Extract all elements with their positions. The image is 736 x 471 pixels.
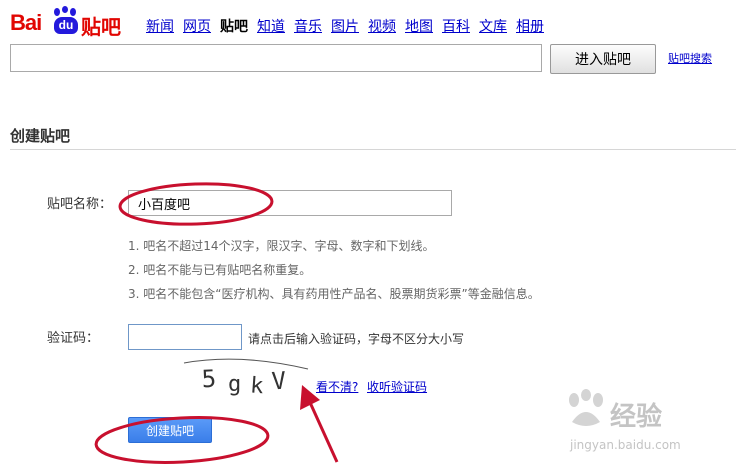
nav-item-images[interactable]: 图片 <box>331 16 359 36</box>
captcha-char-2: g <box>228 372 241 397</box>
name-rule-2: 2. 吧名不能与已有贴吧名称重复。 <box>128 263 312 277</box>
nav-item-album[interactable]: 相册 <box>516 16 544 36</box>
captcha-char-4: V <box>271 367 287 396</box>
create-tieba-button[interactable]: 创建贴吧 <box>128 417 212 443</box>
baidu-tieba-logo[interactable]: Bai du 贴吧 <box>10 6 130 39</box>
watermark-paw-icon <box>569 389 603 426</box>
nav-item-web[interactable]: 网页 <box>183 16 211 36</box>
captcha-input[interactable] <box>128 324 242 350</box>
logo-tieba-text: 贴吧 <box>81 15 121 39</box>
tieba-name-input[interactable] <box>128 190 452 216</box>
nav-item-news[interactable]: 新闻 <box>146 16 174 36</box>
nav-item-wenku[interactable]: 文库 <box>479 16 507 36</box>
nav-item-baike[interactable]: 百科 <box>442 16 470 36</box>
listen-captcha-link[interactable]: 收听验证码 <box>367 378 427 395</box>
captcha-label: 验证码： <box>47 331 100 346</box>
logo-bai-text: Bai <box>10 10 42 35</box>
nav-item-zhidao[interactable]: 知道 <box>257 16 285 36</box>
tieba-search-input[interactable] <box>10 44 542 72</box>
cant-see-link[interactable]: 看不清? <box>316 378 358 395</box>
watermark-url: jingyan.baidu.com <box>570 438 681 452</box>
top-nav: 新闻 网页 贴吧 知道 音乐 图片 视频 地图 百科 文库 相册 <box>146 16 553 36</box>
baidu-jingyan-watermark: 经验 jingyan.baidu.com <box>558 388 734 466</box>
name-rule-1: 1. 吧名不超过14个汉字，限汉字、字母、数字和下划线。 <box>128 239 435 253</box>
captcha-char-1: 5 <box>201 365 217 394</box>
tieba-name-label: 贴吧名称： <box>47 197 113 212</box>
nav-item-music[interactable]: 音乐 <box>294 16 322 36</box>
page-title: 创建贴吧 <box>10 127 71 145</box>
tieba-search-link[interactable]: 贴吧搜索 <box>668 50 712 66</box>
arrow-shaft <box>306 397 339 463</box>
watermark-brand: 经验 <box>610 402 663 432</box>
captcha-image[interactable]: 5 g k V <box>180 355 312 397</box>
nav-item-map[interactable]: 地图 <box>405 16 433 36</box>
captcha-hint: 请点击后输入验证码，字母不区分大小写 <box>248 332 465 346</box>
logo-du-text: du <box>54 17 78 34</box>
nav-item-video[interactable]: 视频 <box>368 16 396 36</box>
captcha-char-3: k <box>249 373 264 397</box>
section-divider <box>10 149 736 150</box>
enter-tieba-button[interactable]: 进入贴吧 <box>550 44 656 74</box>
name-rule-3: 3. 吧名不能包含“医疗机构、具有药用性产品名、股票期货彩票”等金融信息。 <box>128 287 540 301</box>
nav-item-tieba[interactable]: 贴吧 <box>220 16 248 36</box>
